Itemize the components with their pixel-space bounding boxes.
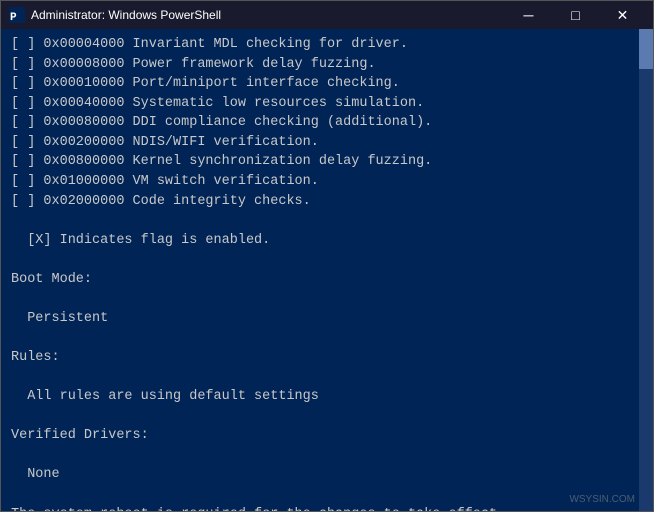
window-controls: ─ □ ✕: [506, 1, 645, 29]
title-bar: P Administrator: Windows PowerShell ─ □ …: [1, 1, 653, 29]
minimize-button[interactable]: ─: [506, 1, 551, 29]
svg-text:P: P: [10, 12, 17, 23]
powershell-window: P Administrator: Windows PowerShell ─ □ …: [0, 0, 654, 512]
close-button[interactable]: ✕: [600, 1, 645, 29]
watermark-text: WSYSIN.COM: [569, 493, 635, 508]
maximize-button[interactable]: □: [553, 1, 598, 29]
powershell-icon: P: [9, 7, 25, 23]
scrollbar[interactable]: [639, 29, 653, 511]
terminal-body[interactable]: [ ] 0x00004000 Invariant MDL checking fo…: [1, 29, 653, 511]
window-title: Administrator: Windows PowerShell: [31, 8, 506, 22]
terminal-content: [ ] 0x00004000 Invariant MDL checking fo…: [11, 35, 643, 511]
scrollbar-thumb[interactable]: [639, 29, 653, 69]
